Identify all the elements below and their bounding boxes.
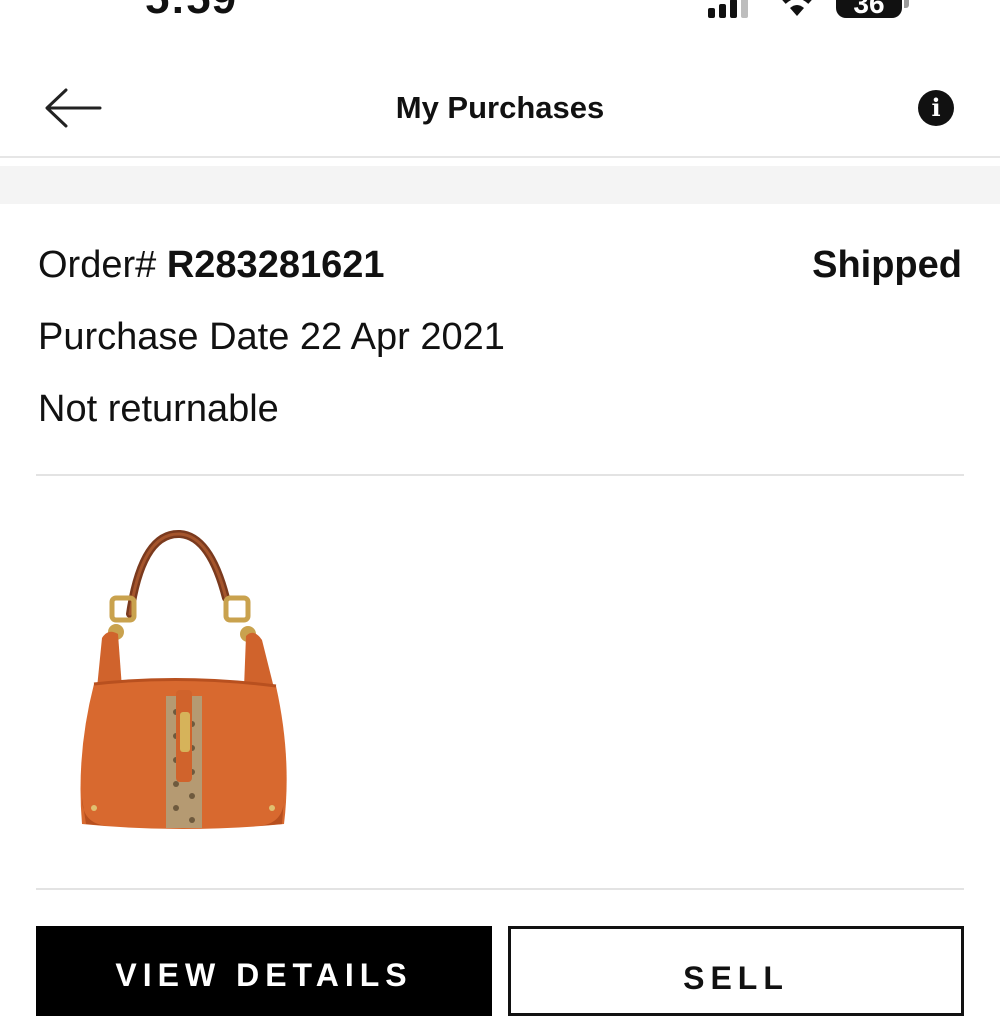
status-time: 5:59 — [145, 0, 237, 24]
info-icon[interactable]: i — [918, 90, 954, 126]
nav-bar: My Purchases i — [0, 58, 1000, 158]
section-spacer — [0, 166, 1000, 204]
return-policy: Not returnable — [38, 388, 279, 430]
order-status: Shipped — [812, 244, 962, 286]
wifi-icon — [782, 0, 812, 16]
status-bar: 5:59 36 — [0, 0, 1000, 30]
divider — [36, 474, 964, 476]
order-number: R283281621 — [166, 244, 385, 286]
divider — [36, 888, 964, 890]
order-label: Order# — [38, 244, 157, 286]
cellular-signal-icon — [708, 0, 750, 18]
view-details-button[interactable]: VIEW DETAILS — [36, 926, 492, 1016]
purchase-date: Purchase Date 22 Apr 2021 — [38, 316, 505, 358]
handbag-image[interactable] — [72, 528, 298, 834]
battery-icon: 36 — [836, 0, 902, 19]
order-number-line: Order# R283281621 — [38, 244, 385, 287]
page-title: My Purchases — [395, 90, 605, 125]
battery-tip — [904, 0, 909, 8]
sell-button[interactable]: SELL — [508, 926, 964, 1016]
